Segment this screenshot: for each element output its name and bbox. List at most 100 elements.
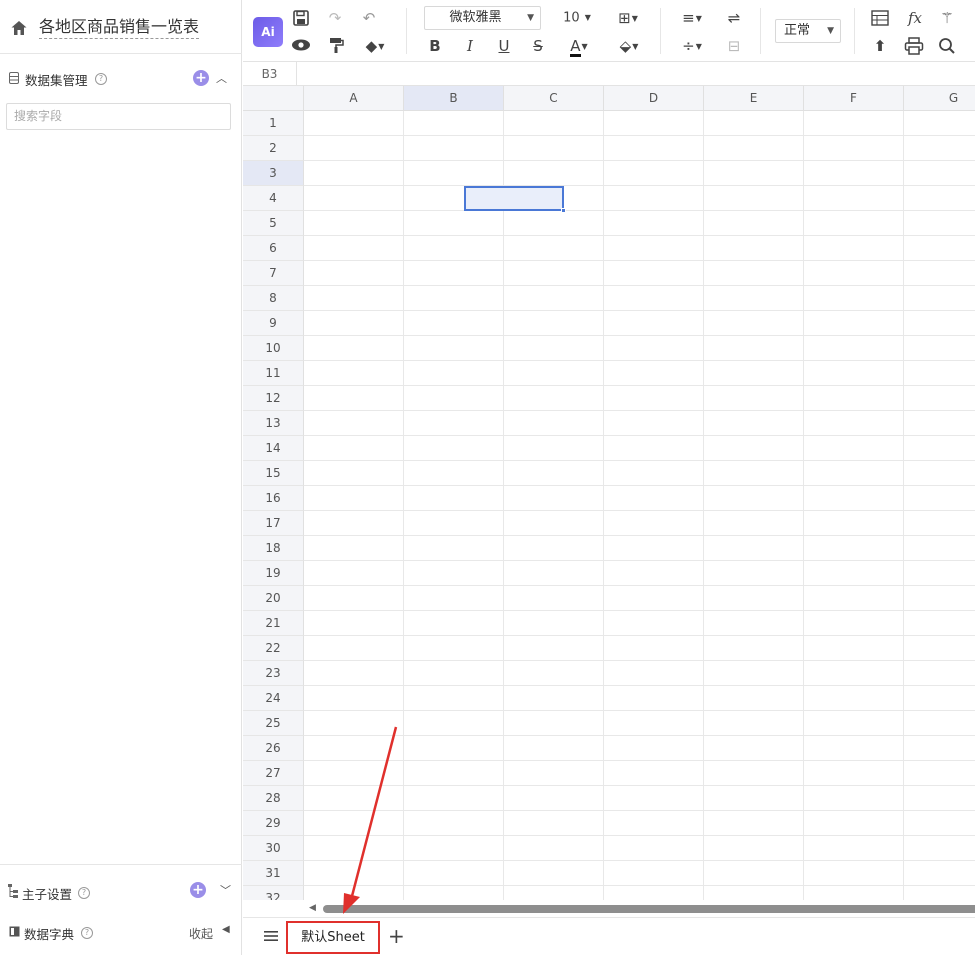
font-size-value: 10: [563, 10, 580, 26]
row-header-19[interactable]: 19: [243, 561, 304, 586]
row-header-24[interactable]: 24: [243, 686, 304, 711]
row-header-30[interactable]: 30: [243, 836, 304, 861]
column-header-g[interactable]: G: [904, 86, 975, 111]
row-header-11[interactable]: 11: [243, 361, 304, 386]
add-master-sub-icon[interactable]: +: [190, 882, 206, 898]
horizontal-scrollbar[interactable]: ◀: [305, 900, 975, 917]
italic-button[interactable]: I: [461, 35, 479, 57]
tree-icon: [8, 884, 18, 898]
row-header-15[interactable]: 15: [243, 461, 304, 486]
search-icon[interactable]: [938, 37, 956, 55]
chevron-down-icon: ▼: [631, 13, 638, 23]
bold-button[interactable]: B: [426, 35, 444, 57]
cell-reference-box[interactable]: B3: [243, 62, 297, 86]
row-header-14[interactable]: 14: [243, 436, 304, 461]
row-header-32[interactable]: 32: [243, 886, 304, 900]
cell-style-select[interactable]: 正常 ▼: [775, 19, 841, 43]
row-header-2[interactable]: 2: [243, 136, 304, 161]
row-header-26[interactable]: 26: [243, 736, 304, 761]
help-icon[interactable]: ?: [81, 927, 93, 939]
column-header-a[interactable]: A: [304, 86, 404, 111]
row-header-1[interactable]: 1: [243, 111, 304, 136]
column-header-c[interactable]: C: [504, 86, 604, 111]
redo-icon[interactable]: ↷: [325, 7, 345, 29]
scroll-left-icon[interactable]: ◀: [309, 903, 316, 913]
caret-left-icon[interactable]: ◀: [222, 924, 230, 935]
font-family-select[interactable]: 微软雅黑 ▼: [424, 6, 541, 30]
row-header-9[interactable]: 9: [243, 311, 304, 336]
vertical-align-button[interactable]: ÷▼: [675, 35, 709, 57]
row-header-23[interactable]: 23: [243, 661, 304, 686]
toolbar: Ai ↷ ↶ ◆▼ 微软雅黑 ▼ 10 ▼ ⊞▼ B I U S A▼ ⬙▼ ≡▼…: [243, 0, 975, 62]
select-all-corner[interactable]: [243, 86, 304, 111]
underline-button[interactable]: U: [495, 35, 513, 57]
row-header-29[interactable]: 29: [243, 811, 304, 836]
border-button[interactable]: ⊞▼: [612, 7, 644, 29]
save-icon[interactable]: [292, 9, 310, 27]
sheet-list-menu-icon[interactable]: [263, 928, 279, 944]
home-icon[interactable]: [10, 19, 28, 37]
chevron-down-icon: ▼: [527, 13, 534, 23]
row-header-16[interactable]: 16: [243, 486, 304, 511]
row-header-25[interactable]: 25: [243, 711, 304, 736]
collapse-button[interactable]: 收起: [189, 925, 213, 942]
row-header-6[interactable]: 6: [243, 236, 304, 261]
add-sheet-icon[interactable]: +: [388, 925, 405, 947]
formula-input[interactable]: [297, 62, 975, 86]
magic-wand-icon[interactable]: ⚚: [937, 7, 957, 29]
row-header-8[interactable]: 8: [243, 286, 304, 311]
chevron-up-icon[interactable]: ︿: [216, 70, 227, 86]
row-header-3[interactable]: 3: [243, 161, 304, 186]
search-field-input[interactable]: 搜索字段: [6, 103, 231, 130]
master-sub-settings-row[interactable]: 主子设置 ? + ﹀: [0, 879, 242, 905]
row-header-12[interactable]: 12: [243, 386, 304, 411]
chevron-down-icon[interactable]: ﹀: [220, 882, 231, 898]
preview-eye-icon[interactable]: [291, 36, 311, 54]
cell-area[interactable]: [304, 111, 975, 900]
row-header-4[interactable]: 4: [243, 186, 304, 211]
row-header-28[interactable]: 28: [243, 786, 304, 811]
row-header-18[interactable]: 18: [243, 536, 304, 561]
help-icon[interactable]: ?: [95, 73, 107, 85]
row-header-10[interactable]: 10: [243, 336, 304, 361]
row-header-5[interactable]: 5: [243, 211, 304, 236]
column-header-e[interactable]: E: [704, 86, 804, 111]
row-header-21[interactable]: 21: [243, 611, 304, 636]
clear-format-button[interactable]: ◆▼: [359, 35, 391, 57]
help-icon[interactable]: ?: [78, 887, 90, 899]
row-header-27[interactable]: 27: [243, 761, 304, 786]
row-header-20[interactable]: 20: [243, 586, 304, 611]
wrap-text-icon[interactable]: ⇌: [723, 7, 745, 29]
add-dataset-icon[interactable]: +: [193, 70, 209, 86]
ai-assistant-button[interactable]: Ai: [253, 17, 283, 47]
fill-color-button[interactable]: ⬙▼: [612, 35, 646, 57]
selected-cell[interactable]: [464, 186, 566, 213]
align-button[interactable]: ≡▼: [675, 7, 709, 29]
data-dictionary-row[interactable]: 数据字典 ? 收起 ◀: [0, 919, 242, 945]
row-header-13[interactable]: 13: [243, 411, 304, 436]
row-header-31[interactable]: 31: [243, 861, 304, 886]
column-header-f[interactable]: F: [804, 86, 904, 111]
column-header-d[interactable]: D: [604, 86, 704, 111]
upload-icon[interactable]: ⬆: [871, 35, 889, 57]
row-header-17[interactable]: 17: [243, 511, 304, 536]
report-title[interactable]: 各地区商品销售一览表: [39, 16, 200, 39]
font-size-select[interactable]: 10 ▼: [557, 7, 597, 29]
format-painter-icon[interactable]: [327, 36, 345, 54]
row-header-7[interactable]: 7: [243, 261, 304, 286]
scrollbar-thumb[interactable]: [323, 905, 975, 913]
print-icon[interactable]: [904, 37, 924, 55]
merge-cells-icon[interactable]: ⊟: [723, 35, 745, 57]
table-icon[interactable]: [871, 10, 889, 26]
paint-bucket-icon: ⬙: [619, 37, 632, 55]
undo-icon[interactable]: ↶: [359, 7, 379, 29]
row-header-22[interactable]: 22: [243, 636, 304, 661]
font-color-button[interactable]: A▼: [562, 35, 596, 57]
fill-handle[interactable]: [561, 208, 566, 213]
spreadsheet-grid: ABCDEFG 1 2 3 4 5 6 7 8 9 10 11 12 13 14 15 16 17 18 19 20 2…: [243, 86, 975, 900]
strikethrough-button[interactable]: S: [529, 35, 547, 57]
sheet-tab-default[interactable]: 默认Sheet: [286, 921, 380, 954]
sheet-tab-bar: 默认Sheet +: [243, 917, 975, 955]
formula-fx-button[interactable]: fx: [905, 7, 925, 29]
column-header-b[interactable]: B: [404, 86, 504, 111]
